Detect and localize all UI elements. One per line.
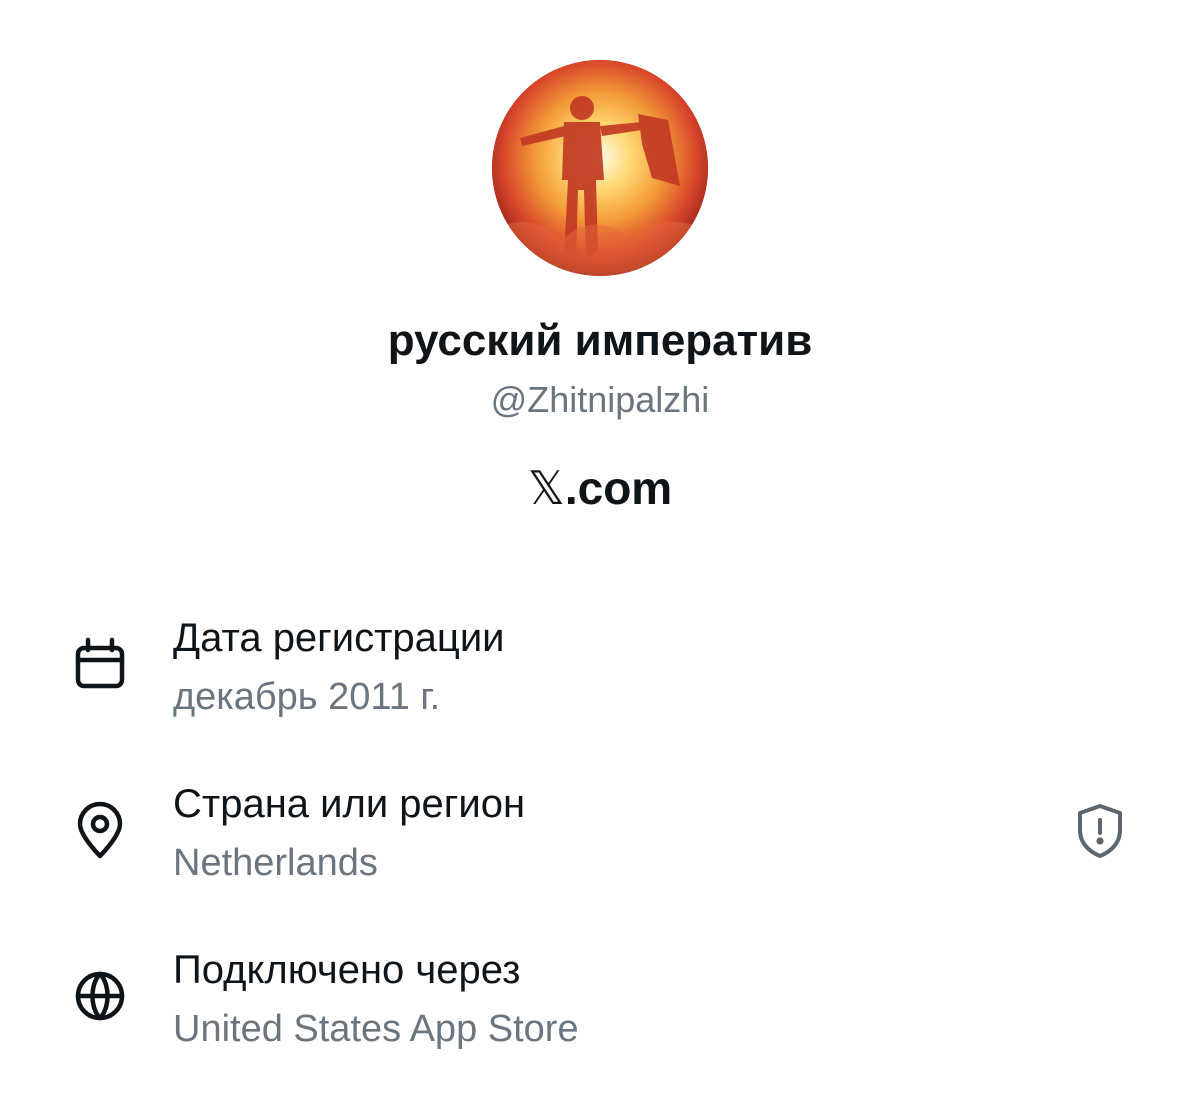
source-domain-suffix: .com xyxy=(564,462,673,514)
display-name: русский императив xyxy=(387,316,813,365)
profile-avatar[interactable] xyxy=(492,60,708,276)
info-row-country: Страна или регион Netherlands xyxy=(0,778,1200,918)
globe-icon xyxy=(70,966,130,1026)
connected-via-title: Подключено через xyxy=(173,948,521,992)
country-title: Страна или регион xyxy=(173,782,526,826)
country-value: Netherlands xyxy=(173,842,378,884)
x-logo-icon: 𝕏 xyxy=(527,461,565,515)
profile-handle[interactable]: @Zhitnipalzhi xyxy=(0,376,1200,424)
registration-value: декабрь 2011 г. xyxy=(173,676,441,718)
calendar-icon xyxy=(70,634,130,694)
shield-alert-icon[interactable] xyxy=(1070,800,1130,860)
location-pin-icon xyxy=(70,800,130,860)
connected-via-value: United States App Store xyxy=(173,1008,579,1050)
registration-title: Дата регистрации xyxy=(173,616,505,660)
source-site: 𝕏.com xyxy=(0,458,1200,518)
info-row-registration: Дата регистрации декабрь 2011 г. xyxy=(0,612,1200,752)
info-row-connected-via: Подключено через United States App Store xyxy=(0,944,1200,1084)
